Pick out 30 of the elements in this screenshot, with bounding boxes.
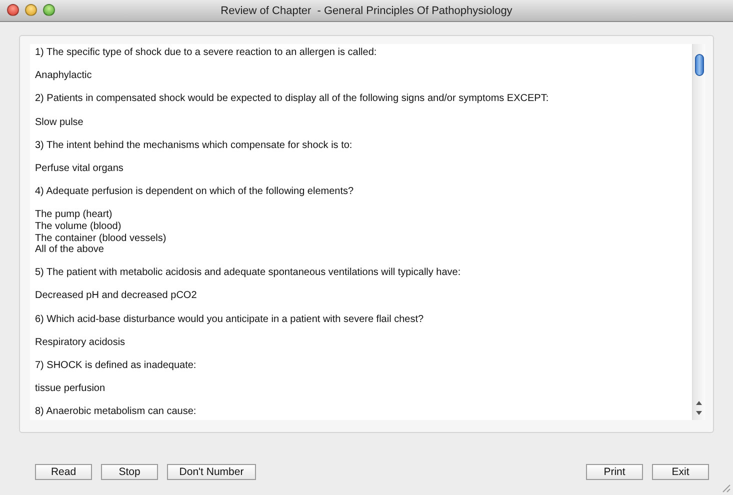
- text-line: 2) Patients in compensated shock would be expected to display all of the following signs and/or symptoms EXCEPT:: [35, 93, 550, 105]
- text-line: 7) SHOCK is defined as inadequate:: [35, 360, 198, 372]
- text-line: 5) The patient with metabolic acidosis and adequate spontaneous ventilations will typically have:: [35, 267, 462, 279]
- zoom-icon[interactable]: [43, 4, 55, 16]
- toolbar-button[interactable]: Exit: [652, 464, 709, 480]
- text-line: 3) The intent behind the mechanisms which compensate for shock is to:: [35, 140, 354, 152]
- toolbar-button[interactable]: Print: [586, 464, 643, 480]
- text-line: 8) Anaerobic metabolism can cause:: [35, 406, 198, 418]
- text-line: The container (blood vessels): [35, 232, 168, 244]
- toolbar-button[interactable]: Read: [35, 464, 92, 480]
- text-line: All of the above: [35, 244, 105, 256]
- text-line: tissue perfusion: [35, 383, 106, 395]
- text-line: Slow pulse: [35, 116, 84, 128]
- close-icon[interactable]: [7, 4, 19, 16]
- text-line: Decreased pH and decreased pCO2: [35, 290, 198, 302]
- text-line: 6) Which acid-base disturbance would you anticipate in a patient with severe flail chest?: [35, 314, 425, 326]
- text-line: Anaphylactic: [35, 70, 93, 82]
- minimize-icon[interactable]: [25, 4, 37, 16]
- text-line: 4) Adequate perfusion is dependent on which of the following elements?: [35, 186, 355, 198]
- text-line: The pump (heart): [35, 209, 114, 221]
- text-line: Respiratory acidosis: [35, 336, 126, 348]
- toolbar-button[interactable]: Don't Number: [167, 464, 256, 480]
- toolbar-button[interactable]: Stop: [101, 464, 158, 480]
- text-line: 1) The specific type of shock due to a severe reaction to an allergen is called:: [35, 47, 378, 59]
- resize-grip-icon[interactable]: [721, 483, 731, 493]
- scroll-thumb[interactable]: [694, 54, 704, 76]
- text-line: The volume (blood): [35, 220, 122, 232]
- scrollbar[interactable]: [692, 44, 705, 420]
- window-title: Review of Chapter - General Principles Of Pathophysiology: [220, 4, 512, 16]
- text-line: Perfuse vital organs: [35, 162, 124, 175]
